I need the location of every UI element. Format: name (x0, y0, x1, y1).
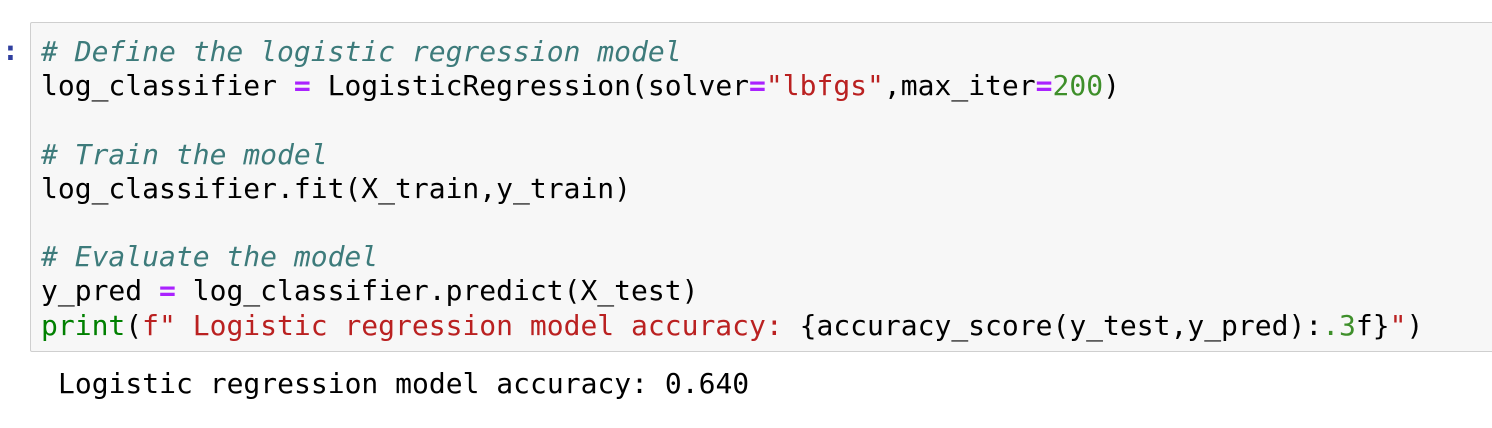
code-line-5: log_classifier.fit(X_train,y_train) (41, 172, 1423, 206)
comment-text: # Train the model (41, 137, 328, 171)
code-block: # Define the logistic regression model lo… (41, 35, 1423, 343)
operator-token: = (1035, 69, 1053, 103)
number-token: 200 (1052, 69, 1104, 103)
comment-text: # Evaluate the model (41, 240, 379, 274)
code-token: ( (125, 308, 143, 342)
code-cell-editor[interactable]: # Define the logistic regression model lo… (30, 22, 1492, 352)
operator-token: = (749, 69, 766, 103)
code-line-8: y_pred = log_classifier.predict(X_test) (41, 274, 1423, 308)
code-line-1: # Define the logistic regression model (41, 35, 1423, 69)
code-token: f} (1355, 308, 1390, 342)
code-line-9: print(f" Logistic regression model accur… (41, 309, 1423, 343)
cell-output: Logistic regression model accuracy: 0.64… (58, 367, 750, 400)
code-line-7: # Evaluate the model (41, 240, 1423, 274)
code-line-2: log_classifier = LogisticRegression(solv… (41, 69, 1423, 103)
code-token: {accuracy_score(y_test,y_pred): (799, 308, 1323, 342)
operator-token: = (159, 274, 176, 308)
builtin-token: print (41, 308, 126, 342)
code-token: ,max_iter (883, 69, 1036, 103)
code-line-4: # Train the model (41, 138, 1423, 172)
code-token: ) (1406, 308, 1424, 342)
comment-text: # Define the logistic regression model (41, 35, 682, 68)
code-token: log_classifier.predict(X_test) (175, 274, 699, 308)
string-token: "lbfgs" (765, 69, 884, 103)
code-token: y_pred (41, 274, 160, 308)
string-token: f" Logistic regression model accuracy: (142, 308, 800, 342)
code-token: log_classifier (41, 69, 294, 103)
code-token: log_classifier.fit(X_train,y_train) (41, 171, 632, 205)
operator-token: = (293, 69, 311, 103)
code-token: LogisticRegression(solver (310, 69, 750, 103)
string-token: " (1389, 308, 1407, 342)
number-token: .3 (1322, 308, 1356, 342)
input-prompt: : (2, 34, 19, 67)
code-token: ) (1103, 69, 1120, 103)
